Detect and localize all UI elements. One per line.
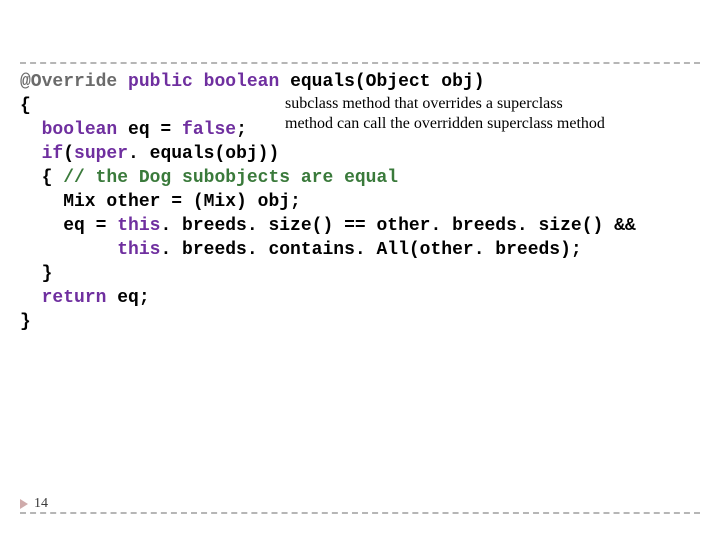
- keyword-if: if: [42, 144, 64, 164]
- divider-bottom: [20, 512, 700, 514]
- top-spacer: [0, 0, 720, 62]
- code-line-1: @Override public boolean equals(Object o…: [20, 70, 700, 94]
- callout-note: subclass method that overrides a supercl…: [285, 94, 605, 134]
- slide: @Override public boolean equals(Object o…: [0, 0, 720, 540]
- code-line-9: }: [20, 262, 700, 286]
- code-line-11: }: [20, 310, 700, 334]
- code-line-10: return eq;: [20, 286, 700, 310]
- keyword-this-2: this: [117, 240, 160, 260]
- method-signature: equals(Object obj): [290, 72, 484, 92]
- keyword-super: super: [74, 144, 128, 164]
- keyword-boolean: boolean: [42, 120, 128, 140]
- code-block: @Override public boolean equals(Object o…: [20, 70, 700, 334]
- code-line-4: if(super. equals(obj)): [20, 142, 700, 166]
- comment-text: // the Dog subobjects are equal: [63, 168, 398, 188]
- callout-line-1: subclass method that overrides a supercl…: [285, 94, 605, 114]
- code-line-6: Mix other = (Mix) obj;: [20, 190, 700, 214]
- keyword-this-1: this: [117, 216, 160, 236]
- code-line-8: this. breeds. contains. All(other. breed…: [20, 238, 700, 262]
- code-line-7: eq = this. breeds. size() == other. bree…: [20, 214, 700, 238]
- keyword-false: false: [182, 120, 236, 140]
- divider-top: [20, 62, 700, 64]
- triangle-bullet-icon: [20, 499, 28, 509]
- annotation-override: @Override: [20, 72, 128, 92]
- callout-line-2: method can call the overridden superclas…: [285, 114, 605, 134]
- footer: 14: [0, 512, 720, 514]
- page-number-wrap: 14: [20, 496, 48, 512]
- keyword-public-boolean: public boolean: [128, 72, 290, 92]
- page-number: 14: [34, 496, 48, 512]
- keyword-return: return: [42, 288, 118, 308]
- code-line-5: { // the Dog subobjects are equal: [20, 166, 700, 190]
